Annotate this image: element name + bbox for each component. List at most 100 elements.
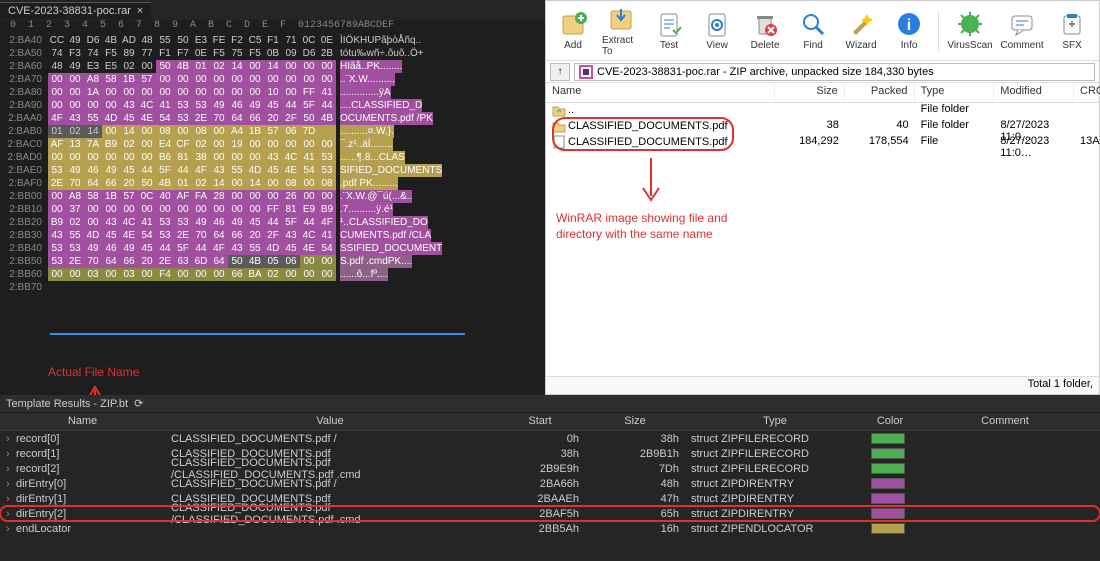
- hex-byte[interactable]: B9: [318, 203, 336, 216]
- hex-byte[interactable]: 00: [120, 86, 138, 99]
- hex-byte[interactable]: 00: [318, 255, 336, 268]
- hex-byte[interactable]: 00: [228, 73, 246, 86]
- hex-byte[interactable]: 00: [174, 73, 192, 86]
- expander-icon[interactable]: ›: [6, 508, 16, 520]
- hex-byte[interactable]: 00: [192, 203, 210, 216]
- hex-byte[interactable]: 74: [48, 47, 66, 60]
- th-value[interactable]: Value: [165, 413, 495, 430]
- hex-byte[interactable]: 00: [282, 138, 300, 151]
- hex-byte[interactable]: 00: [120, 203, 138, 216]
- hex-byte[interactable]: 00: [246, 60, 264, 73]
- hex-byte[interactable]: 66: [102, 177, 120, 190]
- hex-byte[interactable]: F1: [156, 47, 174, 60]
- hex-byte[interactable]: [300, 281, 318, 294]
- hex-byte[interactable]: 00: [228, 177, 246, 190]
- hex-byte[interactable]: 2B: [318, 47, 336, 60]
- sfx-button[interactable]: SFX: [1053, 10, 1091, 51]
- hex-byte[interactable]: 00: [84, 216, 102, 229]
- hex-byte[interactable]: 77: [138, 47, 156, 60]
- hex-byte[interactable]: 00: [138, 86, 156, 99]
- view-button[interactable]: View: [698, 10, 736, 51]
- hex-byte[interactable]: CF: [174, 138, 192, 151]
- hex-byte[interactable]: 4D: [264, 242, 282, 255]
- hex-byte[interactable]: 41: [300, 151, 318, 164]
- hex-byte[interactable]: 53: [66, 242, 84, 255]
- hex-byte[interactable]: 01: [174, 177, 192, 190]
- hex-byte[interactable]: 49: [102, 164, 120, 177]
- hex-byte[interactable]: 43: [120, 99, 138, 112]
- hex-byte[interactable]: 45: [120, 112, 138, 125]
- hex-byte[interactable]: F5: [210, 47, 228, 60]
- hex-byte[interactable]: 49: [210, 99, 228, 112]
- hex-row[interactable]: 2:BAE05349464945445F444F43554D454E5453SI…: [0, 164, 545, 177]
- expander-icon[interactable]: ›: [6, 493, 16, 505]
- hex-byte[interactable]: 00: [48, 203, 66, 216]
- hex-byte[interactable]: 70: [192, 229, 210, 242]
- hex-byte[interactable]: 45: [264, 99, 282, 112]
- hex-byte[interactable]: 20: [120, 177, 138, 190]
- hex-byte[interactable]: 00: [120, 151, 138, 164]
- hex-byte[interactable]: 00: [66, 86, 84, 99]
- hex-byte[interactable]: 55: [228, 164, 246, 177]
- hex-byte[interactable]: 81: [174, 151, 192, 164]
- hex-byte[interactable]: 55: [84, 112, 102, 125]
- delete-button[interactable]: Delete: [746, 10, 784, 51]
- hex-byte[interactable]: 46: [210, 216, 228, 229]
- hex-byte[interactable]: 64: [228, 112, 246, 125]
- hex-byte[interactable]: 41: [318, 86, 336, 99]
- hex-byte[interactable]: 58: [102, 73, 120, 86]
- find-button[interactable]: Find: [794, 10, 832, 51]
- hex-byte[interactable]: [138, 281, 156, 294]
- hex-byte[interactable]: 02: [66, 125, 84, 138]
- hex-byte[interactable]: 14: [264, 60, 282, 73]
- hex-byte[interactable]: 00: [246, 138, 264, 151]
- hex-byte[interactable]: 53: [156, 229, 174, 242]
- add-button[interactable]: Add: [554, 10, 592, 51]
- hex-byte[interactable]: 00: [300, 73, 318, 86]
- col-modified[interactable]: Modified: [994, 83, 1074, 102]
- hex-byte[interactable]: 08: [318, 177, 336, 190]
- virus-button[interactable]: VirusScan: [949, 10, 991, 51]
- hex-byte[interactable]: 4E: [120, 229, 138, 242]
- hex-byte[interactable]: 54: [156, 112, 174, 125]
- hex-byte[interactable]: 44: [282, 99, 300, 112]
- expander-icon[interactable]: ›: [6, 523, 16, 535]
- hex-row[interactable]: 2:BB60000003000300F400000066BA02000000..…: [0, 268, 545, 281]
- hex-byte[interactable]: 13: [66, 138, 84, 151]
- hex-byte[interactable]: F5: [102, 47, 120, 60]
- hex-byte[interactable]: 53: [192, 99, 210, 112]
- hex-byte[interactable]: D6: [84, 34, 102, 47]
- expander-icon[interactable]: ›: [6, 463, 16, 475]
- hex-byte[interactable]: 5F: [282, 216, 300, 229]
- hex-row[interactable]: 2:BAB001021400140008000800A41B57067D....…: [0, 125, 545, 138]
- hex-byte[interactable]: 00: [138, 268, 156, 281]
- hex-byte[interactable]: 00: [300, 268, 318, 281]
- hex-byte[interactable]: 4D: [246, 164, 264, 177]
- hex-byte[interactable]: 00: [48, 73, 66, 86]
- hex-row[interactable]: 2:BA5074F374F58977F1F70EF575F50B09D62Btó…: [0, 47, 545, 60]
- hex-byte[interactable]: 53: [174, 216, 192, 229]
- hex-byte[interactable]: 4C: [300, 229, 318, 242]
- hex-byte[interactable]: 49: [66, 60, 84, 73]
- template-body[interactable]: ›record[0]CLASSIFIED_DOCUMENTS.pdf /0h38…: [0, 431, 1100, 536]
- hex-byte[interactable]: 70: [84, 255, 102, 268]
- hex-byte[interactable]: 00: [192, 268, 210, 281]
- hex-byte[interactable]: 89: [120, 47, 138, 60]
- hex-byte[interactable]: 53: [174, 99, 192, 112]
- hex-row[interactable]: 2:BAA04F43554D454E54532E706466202F504BOC…: [0, 112, 545, 125]
- hex-byte[interactable]: 48: [48, 60, 66, 73]
- hex-byte[interactable]: 00: [282, 268, 300, 281]
- hex-row[interactable]: 2:BB50532E706466202E636D64504B05060000S.…: [0, 255, 545, 268]
- hex-byte[interactable]: [246, 281, 264, 294]
- hex-byte[interactable]: [228, 281, 246, 294]
- hex-byte[interactable]: 41: [318, 229, 336, 242]
- hex-byte[interactable]: 38: [192, 151, 210, 164]
- hex-byte[interactable]: 00: [174, 268, 192, 281]
- hex-byte[interactable]: 00: [210, 268, 228, 281]
- hex-byte[interactable]: 64: [102, 255, 120, 268]
- test-button[interactable]: Test: [650, 10, 688, 51]
- hex-byte[interactable]: A4: [228, 125, 246, 138]
- hex-byte[interactable]: 71: [282, 34, 300, 47]
- hex-byte[interactable]: 45: [246, 216, 264, 229]
- hex-byte[interactable]: 02: [264, 268, 282, 281]
